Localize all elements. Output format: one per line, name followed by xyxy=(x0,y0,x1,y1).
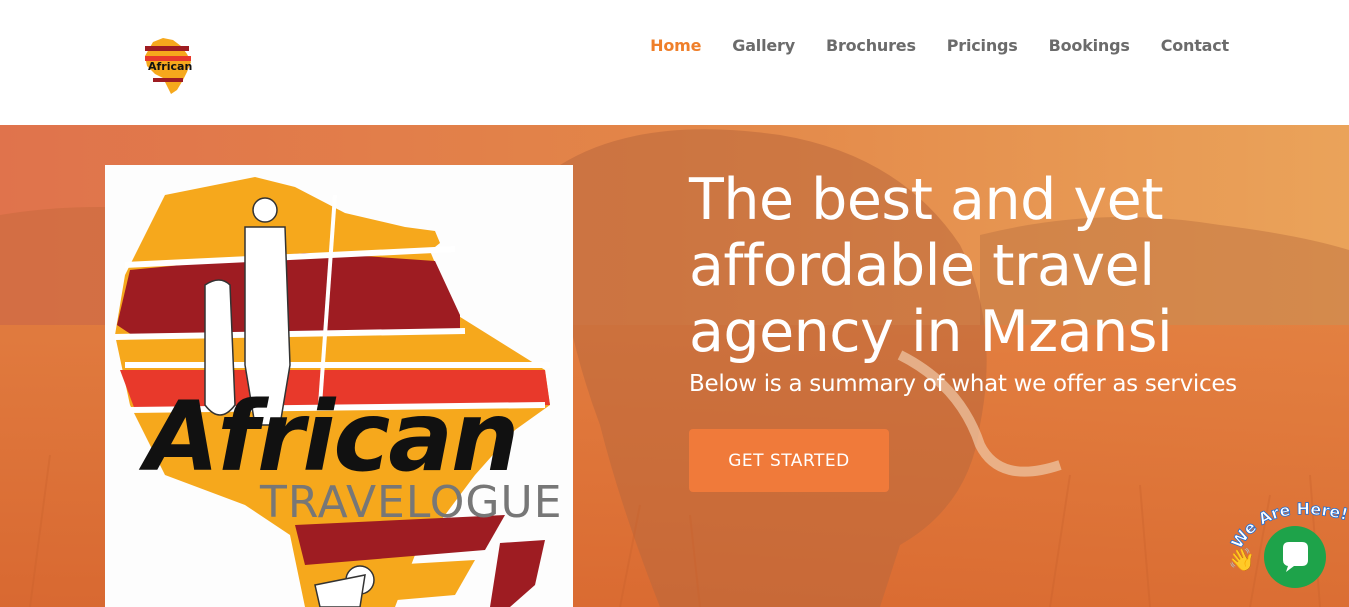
brand-logo-card: African TRAVELOGUE xyxy=(105,165,573,607)
nav-home[interactable]: Home xyxy=(650,36,701,55)
hero-subtitle: Below is a summary of what we offer as s… xyxy=(689,371,1237,397)
nav-brochures[interactable]: Brochures xyxy=(826,36,916,55)
chat-widget: We Are Here! 👋 xyxy=(1226,490,1349,607)
hero-title: The best and yet affordable travel agenc… xyxy=(689,167,1173,365)
chat-bubble-icon xyxy=(1283,542,1308,572)
get-started-button[interactable]: GET STARTED xyxy=(689,429,889,492)
nav-pricings[interactable]: Pricings xyxy=(947,36,1018,55)
waving-hand-icon: 👋 xyxy=(1228,548,1256,573)
svg-text:African: African xyxy=(148,60,192,73)
open-chat-button[interactable] xyxy=(1264,526,1326,588)
main-nav: Home Gallery Brochures Pricings Bookings… xyxy=(619,36,1229,55)
african-travelogue-logo: African TRAVELOGUE xyxy=(114,177,563,607)
africa-logo-icon: African xyxy=(145,38,192,94)
hero-section: African TRAVELOGUE The best and yet affo… xyxy=(0,125,1349,607)
svg-text:TRAVELOGUE: TRAVELOGUE xyxy=(259,477,563,528)
nav-bookings[interactable]: Bookings xyxy=(1049,36,1130,55)
nav-contact[interactable]: Contact xyxy=(1161,36,1230,55)
site-logo[interactable]: African xyxy=(143,34,195,96)
nav-gallery[interactable]: Gallery xyxy=(732,36,795,55)
site-header: African Home Gallery Brochures Pricings … xyxy=(0,0,1349,125)
